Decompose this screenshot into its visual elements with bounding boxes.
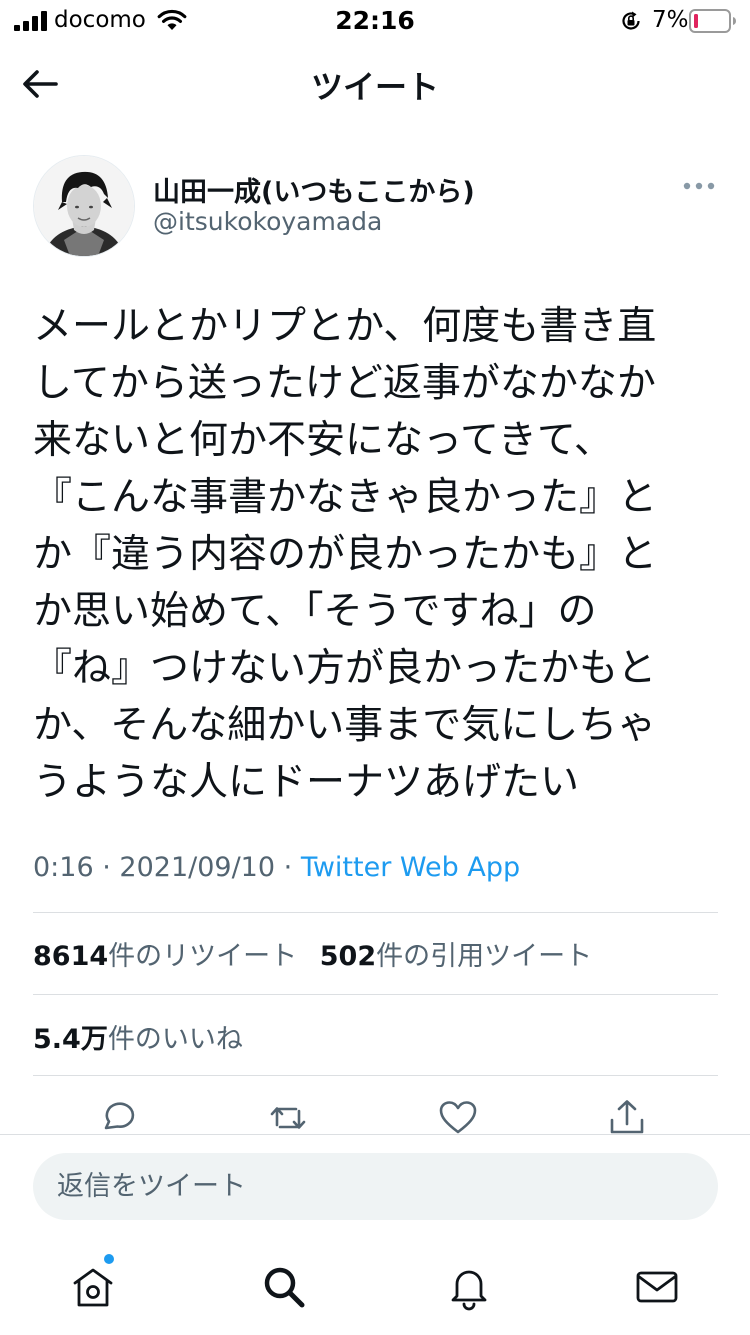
share-icon[interactable] — [607, 1098, 647, 1138]
bottom-bar — [0, 1134, 750, 1335]
tweet-date[interactable]: 2021/09/10 — [119, 852, 275, 883]
author-handle[interactable]: @itsukokoyamada — [153, 207, 382, 236]
status-bar: docomo 22:16 7% — [0, 0, 750, 40]
stats-row: 8614件のリツイート 502件の引用ツイート — [33, 934, 592, 973]
divider — [33, 912, 718, 913]
likes-label: 件のいいね — [107, 1024, 243, 1055]
retweet-icon[interactable] — [268, 1098, 308, 1138]
tweet-source-link[interactable]: Twitter Web App — [301, 852, 520, 883]
tweet-meta: 0:16 · 2021/09/10 · Twitter Web App — [33, 852, 520, 883]
orientation-lock-icon — [619, 9, 643, 33]
retweets-stat[interactable]: 8614件のリツイート — [33, 941, 297, 972]
battery-icon — [689, 9, 737, 33]
author-name[interactable]: 山田一成(いつもここから) — [153, 170, 475, 209]
tweet-time[interactable]: 0:16 — [33, 852, 94, 883]
reply-input[interactable] — [33, 1153, 718, 1220]
tweet-text-line: してから送ったけど返事がなかなか — [33, 361, 656, 406]
likes-stat[interactable]: 5.4万件のいいね — [33, 1017, 243, 1056]
tweet-text: メールとかリプとか、何度も書き直 してから送ったけど返事がなかなか 来ないと何か… — [33, 298, 723, 811]
tweet-text-line: うような人にドーナツあげたい — [33, 760, 580, 805]
new-content-dot — [104, 1254, 114, 1264]
meta-separator: · — [102, 852, 111, 883]
tweet-text-line: メールとかリプとか、何度も書き直 — [33, 304, 657, 349]
tweet-text-line: 『こんな事書かなきゃ良かった』と — [33, 475, 658, 520]
tweet-text-line: か思い始めて、「そうですね」の — [33, 589, 597, 634]
quotes-stat[interactable]: 502件の引用ツイート — [320, 941, 592, 972]
likes-count: 5.4万 — [33, 1024, 108, 1055]
divider — [33, 994, 718, 995]
notifications-icon[interactable] — [445, 1263, 493, 1311]
retweets-count: 8614 — [33, 941, 109, 972]
meta-separator: · — [283, 852, 293, 883]
search-icon[interactable] — [260, 1263, 308, 1311]
page-title: ツイート — [310, 68, 439, 106]
retweets-label: 件のリツイート — [108, 941, 298, 972]
tweet-text-line: か『違う内容のが良かったかも』と — [33, 532, 658, 577]
quotes-label: 件の引用ツイート — [376, 941, 593, 972]
more-options-icon[interactable] — [680, 178, 718, 194]
messages-icon[interactable] — [633, 1263, 681, 1311]
battery-percentage: 7% — [652, 7, 689, 33]
avatar[interactable] — [33, 155, 135, 257]
reply-icon[interactable] — [98, 1098, 138, 1138]
quotes-count: 502 — [319, 941, 377, 972]
like-icon[interactable] — [438, 1098, 478, 1138]
home-icon[interactable] — [69, 1263, 117, 1311]
tweet-text-line: か、そんな細かい事まで気にしちゃ — [33, 703, 657, 748]
divider — [33, 1075, 718, 1076]
tweet-text-line: 来ないと何か不安になってきて、 — [33, 418, 613, 463]
tweet-text-line: 『ね』つけない方が良かったかもと — [33, 646, 657, 691]
